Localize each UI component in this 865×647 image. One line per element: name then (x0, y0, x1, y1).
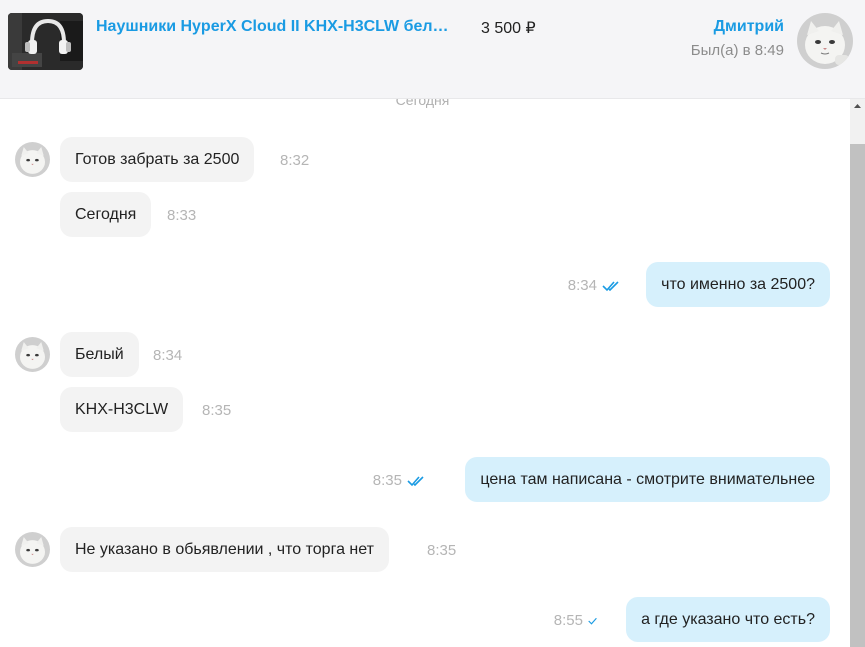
date-divider: Сегодня (395, 99, 450, 108)
message-bubble-incoming[interactable]: Готов забрать за 2500 (60, 137, 255, 182)
seller-avatar[interactable] (797, 13, 853, 69)
message-time: 8:35 (202, 402, 232, 419)
message-bubble-outgoing[interactable]: а где указано что есть? (626, 597, 830, 642)
scrollbar-thumb[interactable] (850, 144, 865, 647)
message-bubble-incoming[interactable]: Белый (60, 332, 139, 377)
message-time: 8:33 (167, 207, 197, 224)
message-list[interactable]: Сегодня Готов забрать за 2500 8:32 Сегод… (0, 99, 850, 647)
headphones-photo-icon (8, 13, 83, 70)
message-meta: 8:34 (568, 277, 622, 294)
sender-avatar[interactable] (15, 532, 50, 567)
message-time: 8:55 (553, 612, 583, 629)
double-check-icon (407, 475, 424, 486)
listing-thumbnail[interactable] (8, 13, 83, 70)
single-check-icon (588, 617, 597, 625)
message-time: 8:35 (427, 542, 457, 559)
cat-avatar-icon (15, 142, 50, 177)
listing-title-link[interactable]: Наушники HyperX Cloud II KHX-H3CLW бел… (96, 18, 458, 36)
message-meta: 8:55 (554, 612, 602, 629)
message-time: 8:34 (567, 277, 597, 294)
message-bubble-incoming[interactable]: KHX-H3CLW (60, 387, 184, 432)
chat-page: Наушники HyperX Cloud II KHX-H3CLW бел… … (0, 0, 865, 647)
message-bubble-incoming[interactable]: Не указано в обьявлении , что торга нет (60, 527, 389, 572)
cat-avatar-icon (797, 13, 853, 69)
chat-scrollbar[interactable] (850, 99, 865, 647)
seller-name-link[interactable]: Дмитрий (714, 18, 784, 36)
cat-avatar-icon (15, 532, 50, 567)
seller-last-seen: Был(а) в 8:49 (690, 42, 784, 59)
message-time: 8:35 (372, 472, 402, 489)
message-meta: 8:35 (373, 472, 427, 489)
message-time: 8:34 (153, 347, 183, 364)
message-bubble-outgoing[interactable]: цена там написана - смотрите внимательне… (465, 457, 830, 502)
chat-header: Наушники HyperX Cloud II KHX-H3CLW бел… … (0, 0, 865, 99)
sender-avatar[interactable] (15, 142, 50, 177)
message-bubble-outgoing[interactable]: что именно за 2500? (646, 262, 830, 307)
cat-avatar-icon (15, 337, 50, 372)
sender-avatar[interactable] (15, 337, 50, 372)
double-check-icon (602, 280, 619, 291)
message-time: 8:32 (280, 152, 310, 169)
message-bubble-incoming[interactable]: Сегодня (60, 192, 152, 237)
listing-price: 3 500 ₽ (481, 20, 536, 37)
scroll-up-arrow-icon[interactable] (850, 99, 865, 114)
